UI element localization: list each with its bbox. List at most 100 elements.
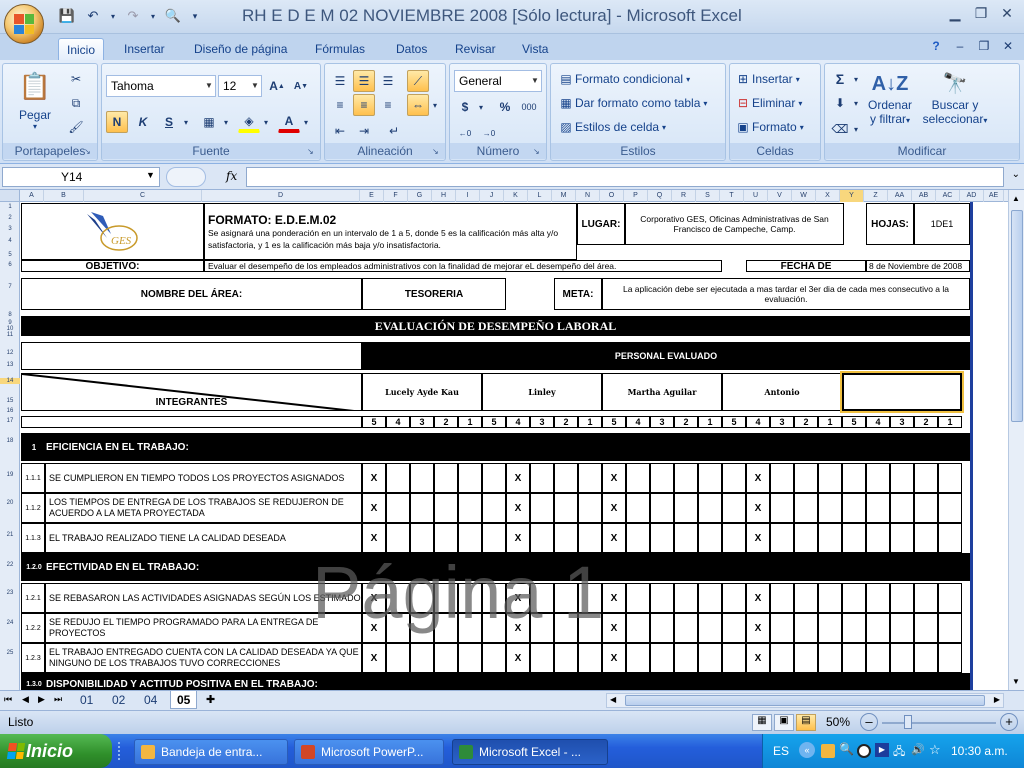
tray-search-icon[interactable]: 🔍	[839, 742, 854, 756]
rating-cell[interactable]	[458, 523, 482, 553]
workbook-minimize-icon[interactable]: –	[950, 36, 970, 56]
tab-inicio[interactable]: Inicio	[58, 38, 105, 60]
rating-cell[interactable]	[650, 523, 674, 553]
delete-cells-button[interactable]: ⊟ Eliminar ▾	[734, 94, 802, 112]
grow-font-icon[interactable]: A ▲	[266, 75, 288, 97]
scale-cell[interactable]: 1	[698, 416, 722, 428]
row-header[interactable]: 20	[0, 500, 20, 506]
integrantes-cell[interactable]: INTEGRANTES	[21, 373, 362, 411]
language-indicator[interactable]: ES	[773, 744, 789, 758]
currency-button[interactable]: $	[454, 96, 476, 118]
find-select-button[interactable]: 🔭 Buscar y seleccionar▾	[917, 70, 993, 126]
rating-cell[interactable]	[914, 463, 938, 493]
rating-cell[interactable]	[818, 523, 842, 553]
rating-cell[interactable]	[482, 583, 506, 613]
lugar-value-cell[interactable]: Corporativo GES, Oficinas Administrativa…	[625, 203, 844, 245]
scale-cell[interactable]: 1	[578, 416, 602, 428]
task-powerpoint[interactable]: Microsoft PowerP...	[294, 739, 444, 765]
zoom-out-icon[interactable]: –	[860, 713, 878, 731]
rating-cell[interactable]	[626, 493, 650, 523]
objetivo-value-cell[interactable]: Evaluar el desempeño de los empleados ad…	[204, 260, 722, 272]
rating-cell[interactable]	[386, 643, 410, 673]
row-header[interactable]: 3	[0, 226, 20, 232]
rating-cell[interactable]	[938, 493, 962, 523]
column-header[interactable]: X	[816, 190, 840, 202]
scale-cell[interactable]: 1	[818, 416, 842, 428]
row-header[interactable]: 6	[0, 262, 20, 268]
rating-cell[interactable]: X	[506, 493, 530, 523]
zoom-level[interactable]: 50%	[826, 715, 850, 729]
dialog-launcher-icon[interactable]: ↘	[84, 147, 94, 157]
tab-vista[interactable]: Vista	[514, 38, 556, 60]
vertical-scroll-thumb[interactable]	[1011, 210, 1023, 422]
column-header[interactable]: AD	[960, 190, 984, 202]
column-header[interactable]: M	[552, 190, 576, 202]
scale-cell[interactable]: 3	[650, 416, 674, 428]
tray-volume-icon[interactable]: 🔊	[911, 743, 925, 756]
undo-icon[interactable]: ↶	[82, 6, 104, 26]
rating-cell[interactable]: X	[746, 523, 770, 553]
column-header[interactable]: R	[672, 190, 696, 202]
objetivo-label-cell[interactable]: OBJETIVO:	[21, 260, 204, 272]
redo-icon[interactable]: ↷	[122, 6, 144, 26]
person-header-cell[interactable]: Lucely Ayde Kau	[362, 373, 482, 411]
rating-cell[interactable]	[410, 583, 434, 613]
insert-function-icon[interactable]: fx	[226, 169, 237, 183]
scale-cell[interactable]: 5	[722, 416, 746, 428]
tray-app-icon-1[interactable]	[821, 744, 835, 758]
increase-decimal-icon[interactable]: ←0	[454, 122, 476, 144]
italic-button[interactable]: K	[132, 111, 154, 133]
rating-cell[interactable]	[674, 583, 698, 613]
column-header[interactable]: Q	[648, 190, 672, 202]
underline-dropdown-icon[interactable]: ▾	[180, 111, 192, 133]
scale-cell[interactable]: 2	[914, 416, 938, 428]
rating-cell[interactable]: X	[602, 493, 626, 523]
horizontal-scrollbar[interactable]: ◀ ▶	[606, 693, 1004, 708]
font-name-combo[interactable]: Tahoma ▼	[106, 75, 216, 97]
rating-cell[interactable]	[674, 493, 698, 523]
rating-cell[interactable]	[482, 643, 506, 673]
item-text-cell[interactable]: EL TRABAJO REALIZADO TIENE LA CALIDAD DE…	[45, 523, 362, 553]
decrease-decimal-icon[interactable]: →0	[478, 122, 500, 144]
rating-cell[interactable]	[554, 643, 578, 673]
scale-cell[interactable]: 2	[674, 416, 698, 428]
rating-cell[interactable]: X	[362, 523, 386, 553]
rating-cell[interactable]	[650, 463, 674, 493]
row-header[interactable]: 16	[0, 408, 20, 414]
zoom-in-icon[interactable]: +	[1000, 713, 1018, 731]
rating-cell[interactable]	[890, 643, 914, 673]
dialog-launcher-icon[interactable]: ↘	[432, 147, 442, 157]
scale-cell[interactable]: 2	[434, 416, 458, 428]
align-middle-icon[interactable]: ☰	[353, 70, 375, 92]
rating-cell[interactable]	[626, 523, 650, 553]
rating-cell[interactable]	[482, 493, 506, 523]
orientation-icon[interactable]: ⟋	[407, 70, 429, 92]
column-header[interactable]: N	[576, 190, 600, 202]
column-header[interactable]: D	[202, 190, 360, 202]
paste-button[interactable]: 📋 Pegar ▾	[13, 70, 57, 131]
area-label-cell[interactable]: NOMBRE DEL ÁREA:	[21, 278, 362, 310]
rating-cell[interactable]	[386, 583, 410, 613]
rating-cell[interactable]	[842, 613, 866, 643]
column-header[interactable]: G	[408, 190, 432, 202]
rating-cell[interactable]	[698, 493, 722, 523]
rating-cell[interactable]	[410, 613, 434, 643]
page-layout-view-icon[interactable]: ▣	[774, 714, 794, 731]
person-header-cell[interactable]: Antonio	[722, 373, 842, 411]
rating-cell[interactable]	[890, 583, 914, 613]
format-painter-icon[interactable]: 🖌	[65, 116, 87, 138]
fill-color-icon[interactable]: ◈	[238, 111, 260, 133]
rating-cell[interactable]	[554, 523, 578, 553]
rating-cell[interactable]	[818, 583, 842, 613]
rating-cell[interactable]	[842, 583, 866, 613]
rating-cell[interactable]: X	[602, 613, 626, 643]
row-header[interactable]: 21	[0, 532, 20, 538]
rating-cell[interactable]	[578, 613, 602, 643]
print-preview-icon[interactable]: 🔍	[162, 6, 184, 26]
rating-cell[interactable]	[842, 493, 866, 523]
rating-cell[interactable]	[434, 643, 458, 673]
row-header[interactable]: 15	[0, 398, 20, 404]
currency-dropdown-icon[interactable]: ▾	[476, 96, 486, 118]
rating-cell[interactable]	[578, 643, 602, 673]
align-right-icon[interactable]: ≡	[377, 94, 399, 116]
